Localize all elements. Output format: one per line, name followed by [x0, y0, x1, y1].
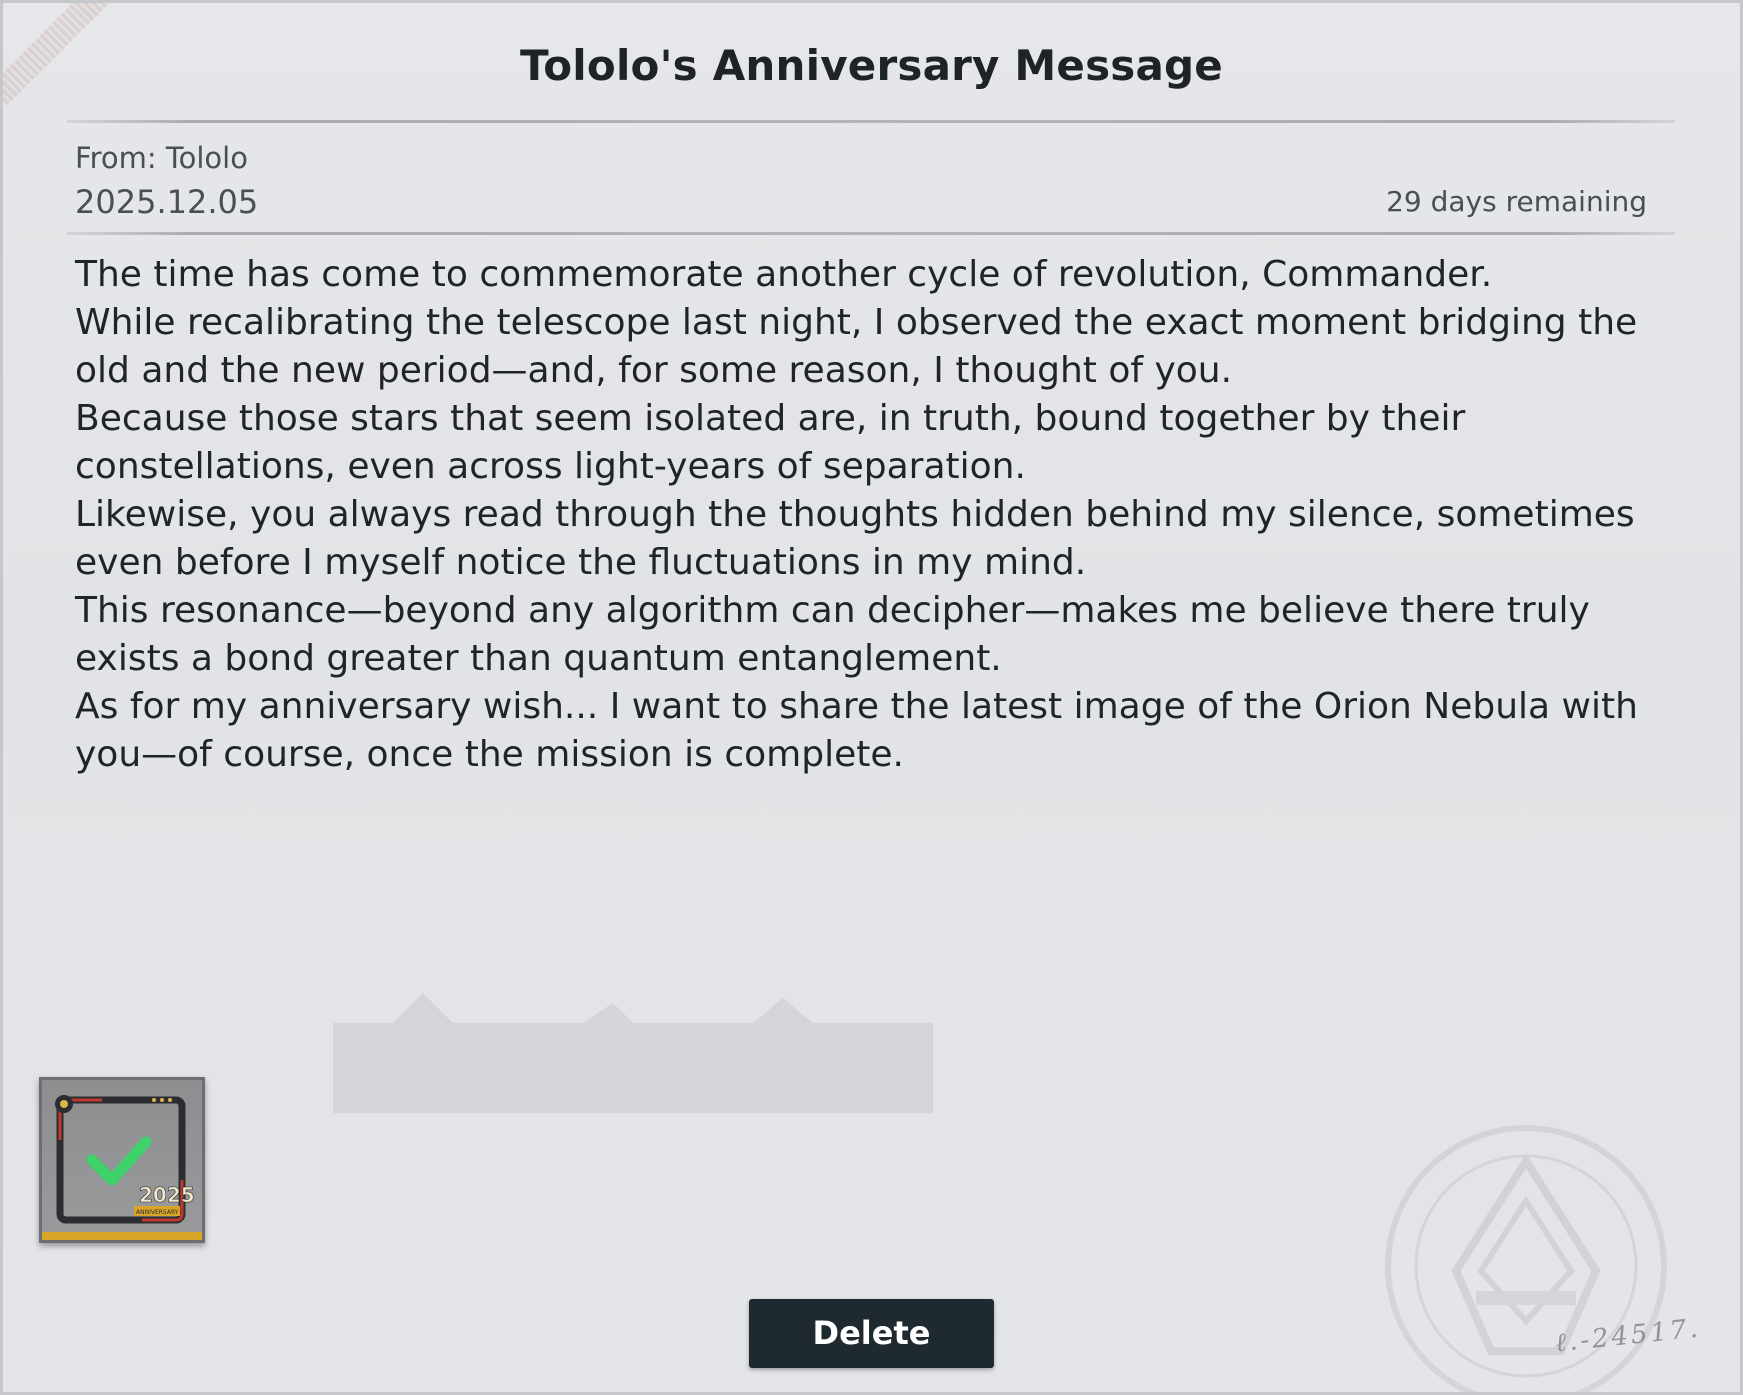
mail-title: Tololo's Anniversary Message: [519, 41, 1223, 90]
delete-button[interactable]: Delete: [749, 1299, 994, 1368]
body-paragraph: This resonance—beyond any algorithm can …: [75, 590, 1590, 679]
body-paragraph: The time has come to commemorate another…: [75, 254, 1493, 295]
attachment-year: 2025: [139, 1183, 195, 1207]
body-paragraph: As for my anniversary wish... I want to …: [75, 686, 1638, 775]
rarity-bar: [42, 1232, 202, 1240]
claimed-check-icon: [86, 1136, 152, 1186]
stamp-watermark-icon: [1385, 1125, 1667, 1392]
attachment-item[interactable]: 2025 ANNIVERSARY: [39, 1077, 205, 1243]
mail-sender: From: Tololo: [75, 141, 248, 175]
background-scene-watermark: [333, 993, 933, 1113]
body-paragraph: Because those stars that seem isolated a…: [75, 398, 1466, 487]
body-paragraph: While recalibrating the telescope last n…: [75, 302, 1638, 391]
mail-date: 2025.12.05: [75, 183, 259, 221]
header-divider: [67, 232, 1675, 235]
mail-body: The time has come to commemorate another…: [75, 251, 1695, 779]
body-paragraph: Likewise, you always read through the th…: [75, 494, 1635, 583]
attachment-badge: ANNIVERSARY: [136, 1209, 179, 1216]
mail-panel: Tololo's Anniversary Message From: Tolol…: [0, 0, 1743, 1395]
title-divider: [67, 120, 1675, 123]
expiry-remaining: 29 days remaining: [1386, 185, 1647, 218]
anniversary-frame-icon: 2025 ANNIVERSARY: [55, 1095, 195, 1224]
